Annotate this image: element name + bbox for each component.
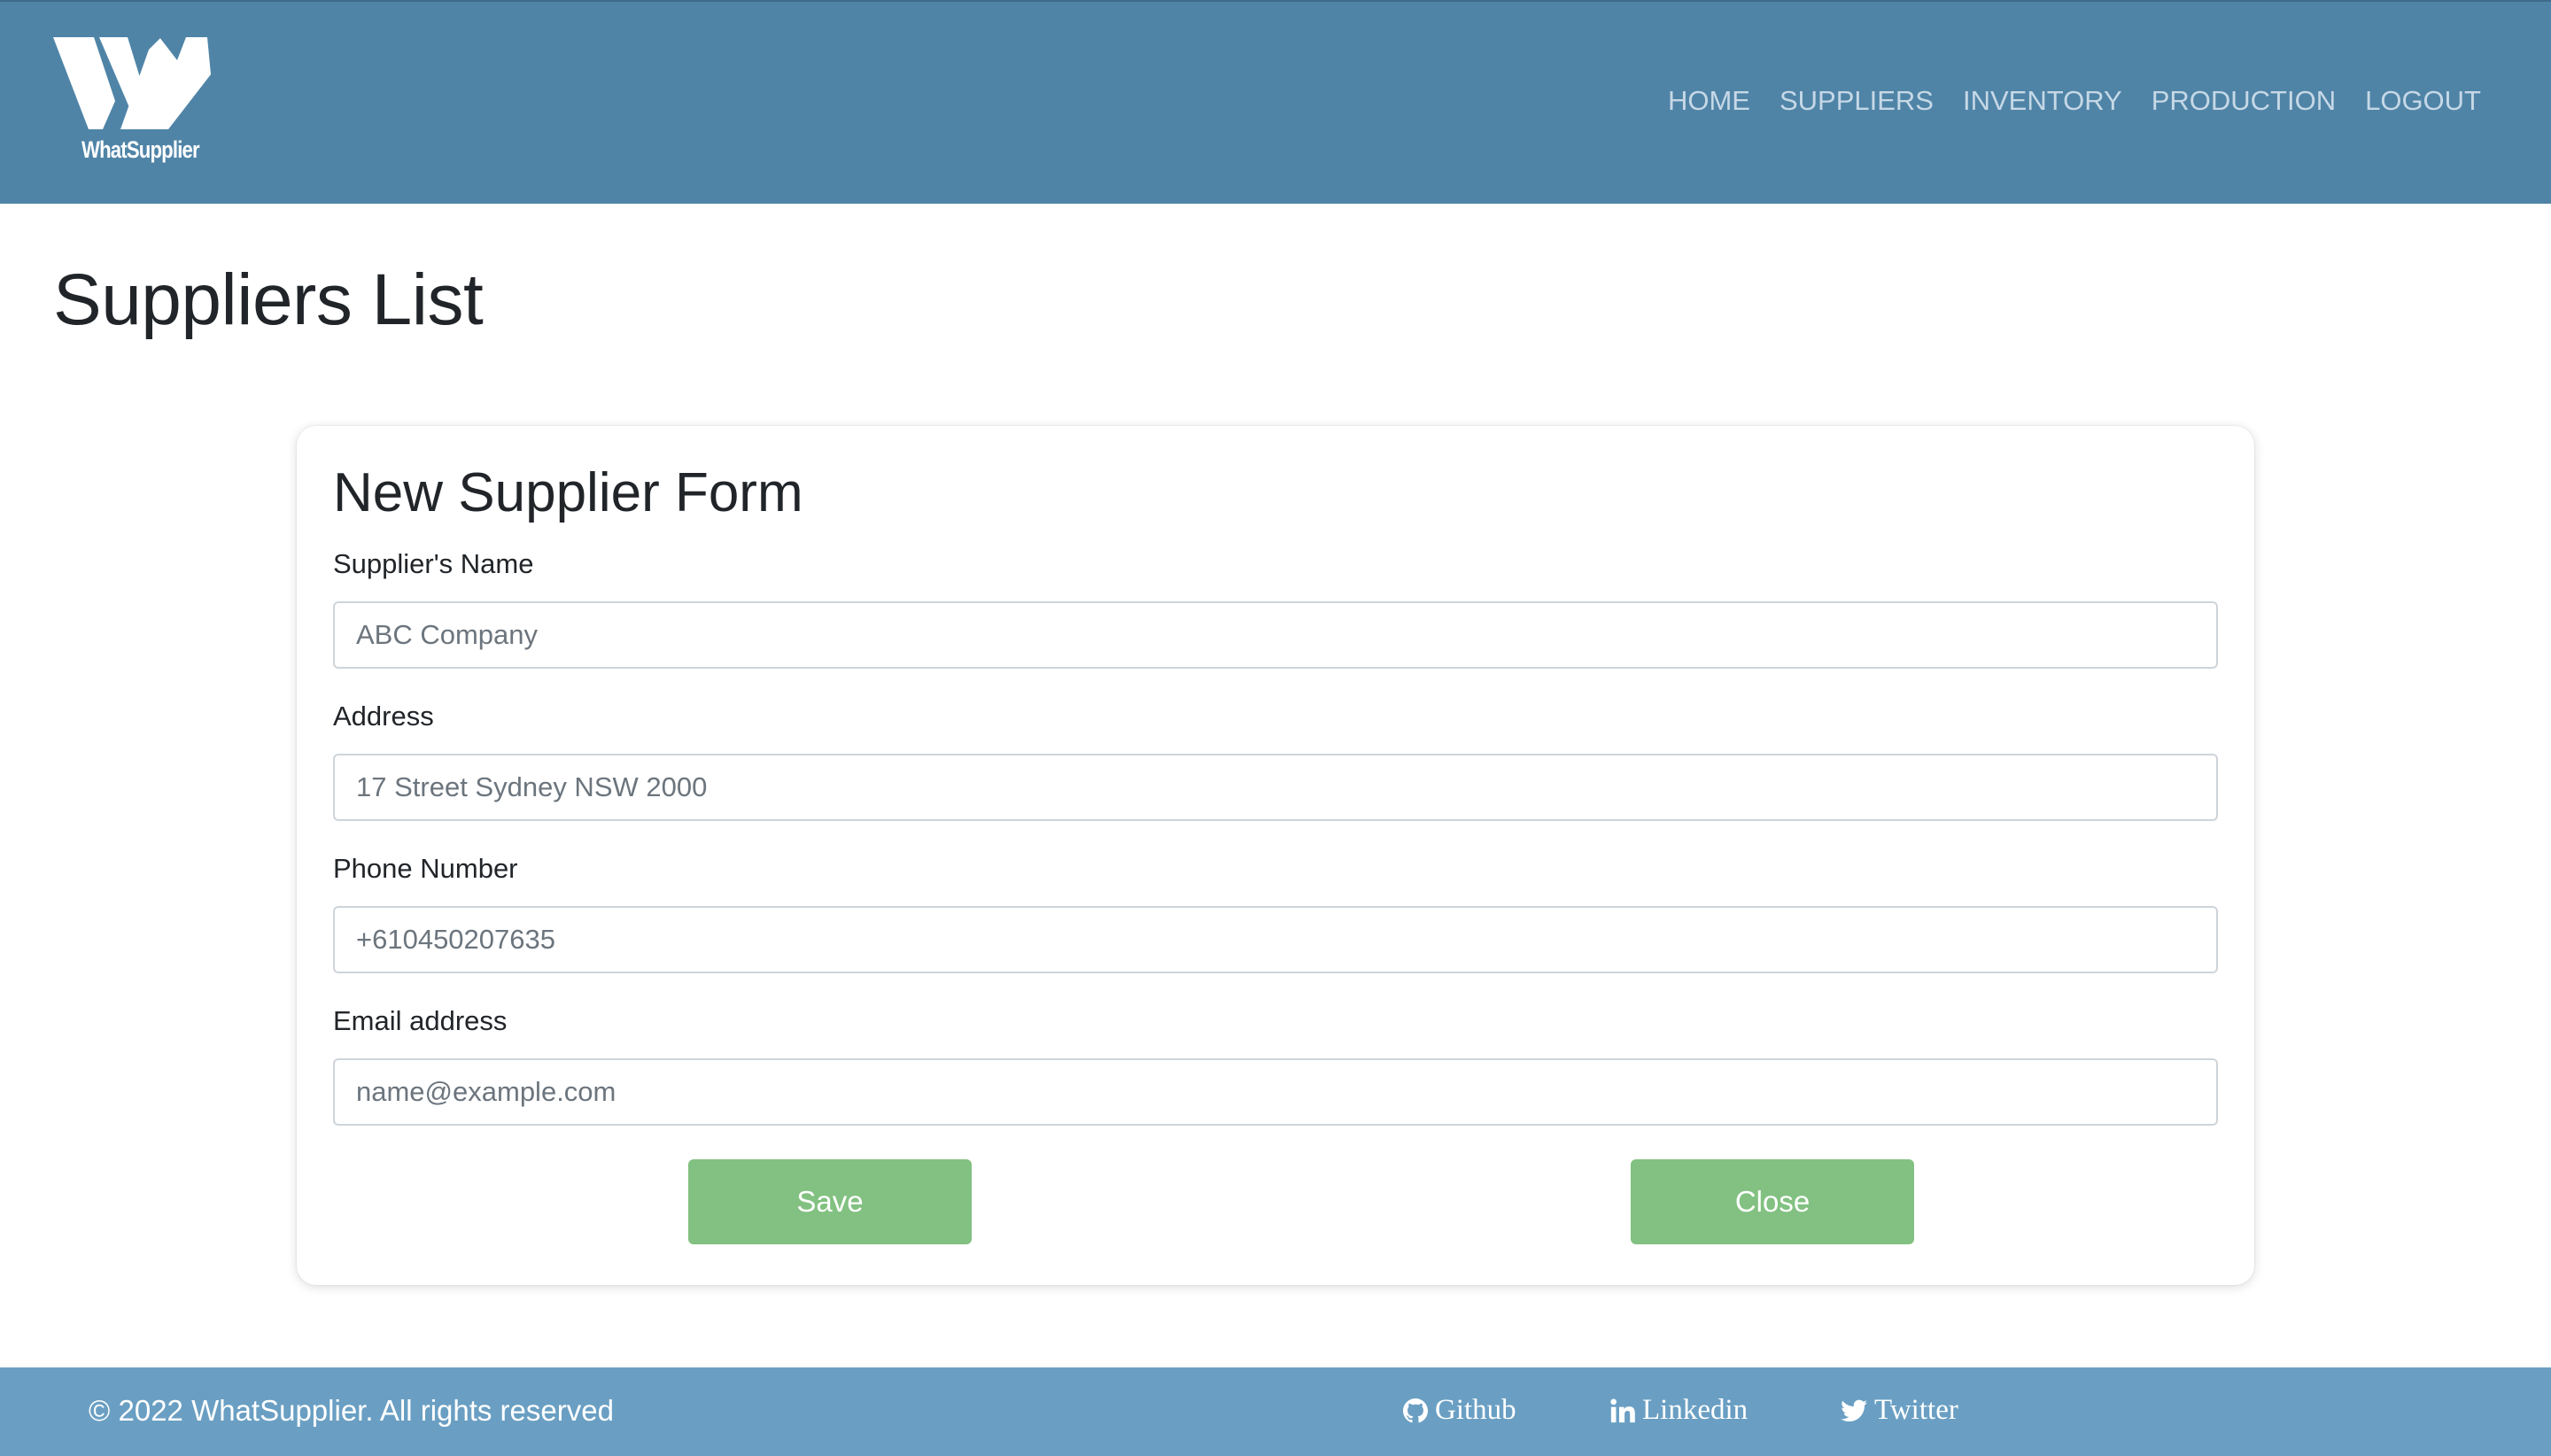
- footer: © 2022 WhatSupplier. All rights reserved…: [0, 1367, 2551, 1456]
- email-label: Email address: [333, 1005, 508, 1036]
- top-navbar: WhatSupplier HOME SUPPLIERS INVENTORY PR…: [0, 0, 2551, 204]
- twitter-link[interactable]: Twitter: [1841, 1394, 1958, 1427]
- page-title: Suppliers List: [53, 259, 484, 340]
- github-link[interactable]: Github: [1403, 1394, 1516, 1427]
- twitter-icon: [1841, 1399, 1867, 1421]
- logo-w-icon: [53, 37, 211, 129]
- linkedin-link[interactable]: Linkedin: [1610, 1394, 1748, 1427]
- twitter-label: Twitter: [1874, 1394, 1958, 1426]
- copyright-text: © 2022 WhatSupplier. All rights reserved: [89, 1394, 614, 1427]
- nav-production[interactable]: PRODUCTION: [2152, 85, 2336, 117]
- phone-number-label: Phone Number: [333, 853, 518, 884]
- email-input[interactable]: [333, 1058, 2218, 1126]
- linkedin-icon: [1610, 1398, 1635, 1422]
- nav-logout[interactable]: LOGOUT: [2365, 85, 2481, 117]
- address-input[interactable]: [333, 754, 2218, 821]
- github-label: Github: [1435, 1394, 1516, 1426]
- nav-suppliers[interactable]: SUPPLIERS: [1779, 85, 1934, 117]
- phone-number-input[interactable]: [333, 906, 2218, 973]
- supplier-name-label: Supplier's Name: [333, 548, 534, 579]
- address-label: Address: [333, 701, 434, 732]
- page: WhatSupplier HOME SUPPLIERS INVENTORY PR…: [0, 0, 2551, 1456]
- nav-home[interactable]: HOME: [1668, 85, 1750, 117]
- main-nav: HOME SUPPLIERS INVENTORY PRODUCTION LOGO…: [1668, 85, 2481, 117]
- brand-logo[interactable]: WhatSupplier: [53, 34, 213, 167]
- nav-inventory[interactable]: INVENTORY: [1963, 85, 2122, 117]
- new-supplier-form-card: New Supplier Form Supplier's Name Addres…: [297, 426, 2254, 1285]
- github-icon: [1403, 1398, 1428, 1422]
- logo-text: WhatSupplier: [81, 136, 200, 163]
- close-button[interactable]: Close: [1631, 1159, 1914, 1244]
- form-title: New Supplier Form: [333, 462, 803, 523]
- linkedin-label: Linkedin: [1642, 1394, 1748, 1426]
- supplier-name-input[interactable]: [333, 601, 2218, 669]
- save-button[interactable]: Save: [688, 1159, 972, 1244]
